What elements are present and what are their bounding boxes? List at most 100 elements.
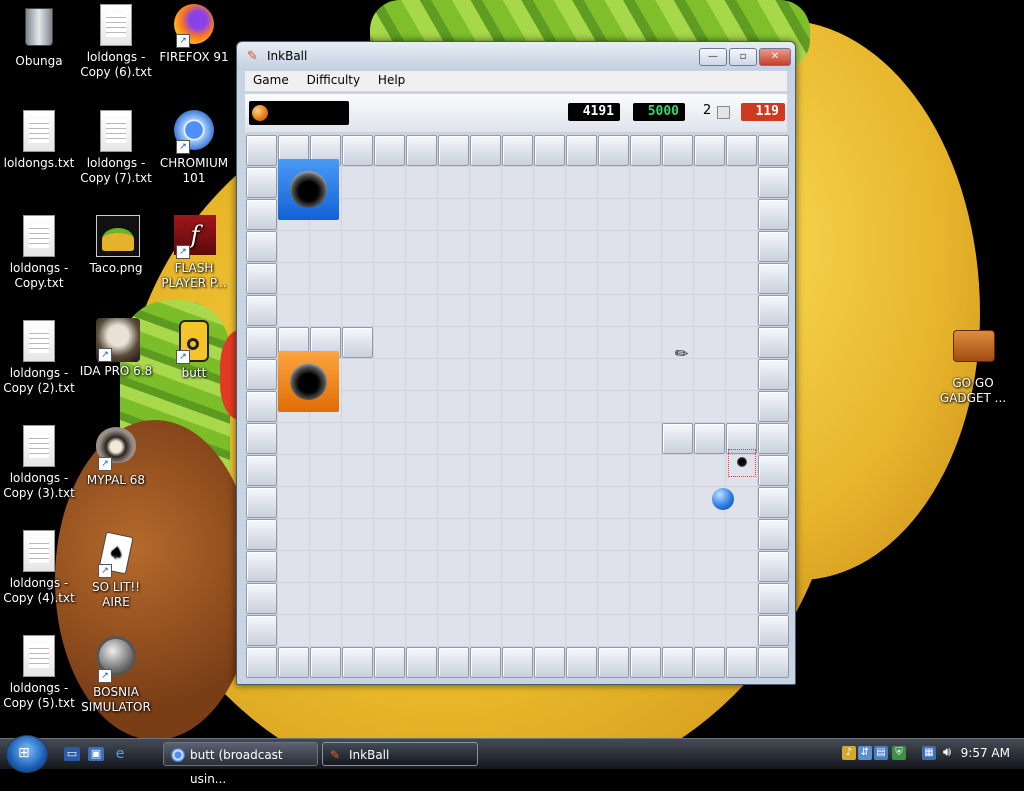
wall-tile bbox=[598, 135, 629, 166]
game-board[interactable]: ✎ bbox=[245, 134, 789, 678]
desktop-icon-loldongs-copy-7[interactable]: loldongs - Copy (7).txt bbox=[77, 110, 155, 186]
wall-tile bbox=[758, 359, 789, 390]
spiked-ball-icon: ↗ bbox=[96, 639, 136, 683]
start-button[interactable]: ⊞ bbox=[6, 735, 48, 773]
wall-tile bbox=[758, 423, 789, 454]
desktop-icon-loldongs[interactable]: loldongs.txt bbox=[0, 110, 78, 171]
desktop-icon-loldongs-copy-6[interactable]: loldongs - Copy (6).txt bbox=[77, 4, 155, 80]
shortcut-arrow-icon: ↗ bbox=[176, 140, 190, 154]
desktop-icon-taco-png[interactable]: Taco.png bbox=[77, 215, 155, 276]
desktop-icon-label: loldongs - Copy.txt bbox=[9, 261, 69, 290]
maximize-button[interactable]: ▫ bbox=[729, 48, 757, 66]
wall-tile bbox=[246, 455, 277, 486]
desktop-icon-firefox[interactable]: ↗ FIREFOX 91 bbox=[155, 4, 233, 65]
wall-tile bbox=[342, 135, 373, 166]
window-titlebar[interactable]: ✎ InkBall — ▫ ✕ bbox=[237, 42, 795, 70]
menu-help[interactable]: Help bbox=[372, 71, 411, 89]
desktop-icon-loldongs-copy-3[interactable]: loldongs - Copy (3).txt bbox=[0, 425, 78, 501]
desktop-icon-loldongs-copy[interactable]: loldongs - Copy.txt bbox=[0, 215, 78, 291]
window-title: InkBall bbox=[267, 49, 308, 63]
desktop-icon-obunga[interactable]: Obunga bbox=[0, 4, 78, 69]
taskbar-item-butt[interactable]: butt (broadcast usin... bbox=[163, 742, 318, 786]
text-file-icon bbox=[19, 530, 59, 574]
desktop-icon-label: FLASH PLAYER P... bbox=[161, 261, 227, 290]
internet-explorer-icon[interactable]: e bbox=[112, 747, 128, 761]
desktop-icon-label: SO LIT!! AIRE bbox=[91, 580, 141, 609]
timer-display: 119 bbox=[741, 103, 785, 121]
desktop-icon-go-go-gadget[interactable]: GO GO GADGET ... bbox=[934, 320, 1012, 406]
close-button[interactable]: ✕ bbox=[759, 48, 791, 66]
desktop-icon-label: loldongs - Copy (7).txt bbox=[80, 156, 152, 185]
desktop-icon-loldongs-copy-5[interactable]: loldongs - Copy (5).txt bbox=[0, 635, 78, 711]
ball-spawner bbox=[728, 449, 756, 477]
wall-tile bbox=[438, 647, 469, 678]
minimize-button[interactable]: — bbox=[699, 48, 727, 66]
wall-tile bbox=[534, 135, 565, 166]
wall-tile bbox=[758, 135, 789, 166]
taskbar-item-label: InkBall bbox=[349, 748, 390, 762]
desktop-icon-label: BOSNIA SIMULATOR bbox=[81, 685, 151, 714]
desktop-icon-label: loldongs.txt bbox=[3, 156, 75, 170]
game-client-area: 4191 5000 2 119 ✎ bbox=[245, 94, 789, 678]
shortcut-arrow-icon: ↗ bbox=[98, 669, 112, 683]
menu-game[interactable]: Game bbox=[247, 71, 295, 89]
shortcut-arrow-icon: ↗ bbox=[98, 348, 112, 362]
inkball-app-icon: ✎ bbox=[247, 49, 258, 64]
hole-pit-icon bbox=[290, 363, 327, 400]
wall-tile bbox=[630, 647, 661, 678]
taskbar-item-inkball[interactable]: ✎ InkBall bbox=[322, 742, 478, 766]
queued-ball-icon bbox=[252, 105, 268, 121]
shortcut-arrow-icon: ↗ bbox=[98, 564, 112, 578]
desktop-icon-loldongs-copy-4[interactable]: loldongs - Copy (4).txt bbox=[0, 530, 78, 606]
shield-tray-icon[interactable]: ⛨ bbox=[892, 746, 906, 760]
wall-tile bbox=[758, 263, 789, 294]
wall-tile bbox=[246, 487, 277, 518]
shortcut-arrow-icon: ↗ bbox=[98, 457, 112, 471]
taskbar-clock[interactable]: 9:57 AM bbox=[961, 746, 1010, 760]
desktop-icon-label: FIREFOX 91 bbox=[159, 50, 229, 64]
menu-difficulty[interactable]: Difficulty bbox=[301, 71, 367, 89]
menu-bar: Game Difficulty Help bbox=[245, 71, 787, 92]
desktop-icon-ida-pro[interactable]: ↗ IDA PRO 6.8 bbox=[77, 318, 155, 379]
desktop-icon-mypal[interactable]: ↗ MYPAL 68 bbox=[77, 425, 155, 488]
desktop-icon-loldongs-copy-2[interactable]: loldongs - Copy (2).txt bbox=[0, 320, 78, 396]
wall-tile bbox=[694, 423, 725, 454]
desktop-icon-bosnia-simulator[interactable]: ↗ BOSNIA SIMULATOR bbox=[77, 635, 155, 715]
network-tray-icon[interactable]: ▦ bbox=[922, 746, 936, 760]
wall-tile bbox=[758, 551, 789, 582]
wall-tile bbox=[726, 135, 757, 166]
desktop-icon-butt[interactable]: ↗ butt bbox=[155, 320, 233, 381]
desktop-icon-label: CHROMIUM 101 bbox=[159, 156, 229, 185]
wall-tile bbox=[246, 391, 277, 422]
cards-icon: ♠ ↗ bbox=[96, 531, 136, 578]
wall-tile bbox=[246, 263, 277, 294]
wall-tile bbox=[758, 615, 789, 646]
wall-tile bbox=[438, 135, 469, 166]
switch-windows-icon[interactable]: ▣ bbox=[88, 747, 104, 761]
wall-tile bbox=[694, 135, 725, 166]
usb-tray-icon[interactable]: ⇵ bbox=[858, 746, 872, 760]
desktop-icon-label: butt bbox=[181, 366, 207, 380]
volume-tray-icon[interactable]: 🔊︎ bbox=[940, 746, 954, 760]
wall-tile bbox=[758, 295, 789, 326]
show-desktop-icon[interactable]: ▭ bbox=[64, 747, 80, 761]
desktop-icon-label: MYPAL 68 bbox=[86, 473, 146, 487]
display-tray-icon[interactable]: ▤ bbox=[874, 746, 888, 760]
desktop-icon-so-lit-aire[interactable]: ♠ ↗ SO LIT!! AIRE bbox=[77, 530, 155, 610]
wall-tile bbox=[246, 519, 277, 550]
wall-tile bbox=[758, 455, 789, 486]
recycle-bin-icon bbox=[19, 8, 59, 52]
wall-tile bbox=[662, 135, 693, 166]
system-tray: ♪ ⇵ ▤ ⛨ ▦ 🔊︎ 9:57 AM bbox=[838, 739, 1024, 769]
wall-tile bbox=[246, 327, 277, 358]
speaker-tray-icon[interactable]: ♪ bbox=[842, 746, 856, 760]
desktop-icon-label: Obunga bbox=[15, 54, 63, 68]
orange-hole bbox=[278, 351, 339, 412]
flash-player-icon: f ↗ bbox=[174, 215, 216, 259]
ida-pro-icon: ↗ bbox=[96, 318, 140, 362]
desktop-icon-chromium[interactable]: ↗ CHROMIUM 101 bbox=[155, 110, 233, 186]
hole-pit-icon bbox=[290, 171, 327, 208]
wall-tile bbox=[566, 135, 597, 166]
wall-tile bbox=[758, 583, 789, 614]
desktop-icon-flash-player[interactable]: f ↗ FLASH PLAYER P... bbox=[155, 215, 233, 291]
